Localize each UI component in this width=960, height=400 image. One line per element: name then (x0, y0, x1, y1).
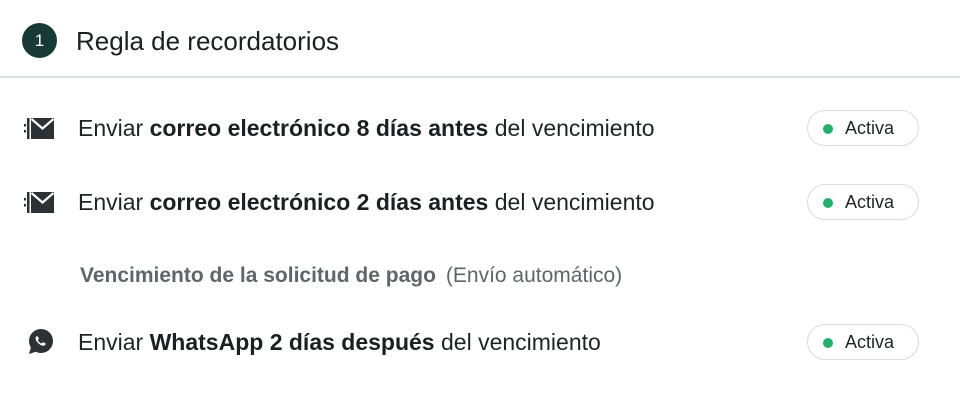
reminder-rule-row[interactable]: Enviar correo electrónico 2 días antes d… (0, 182, 960, 222)
rule-prefix: Enviar (78, 115, 150, 141)
rule-description: Enviar correo electrónico 8 días antes d… (78, 112, 655, 144)
status-badge[interactable]: Activa (807, 184, 919, 220)
send-mail-icon (24, 114, 56, 142)
rule-timing: WhatsApp 2 días después (149, 329, 435, 355)
status-dot (823, 338, 833, 348)
rule-prefix: Enviar (78, 329, 150, 355)
status-label: Activa (845, 332, 895, 352)
whatsapp-icon (24, 328, 56, 356)
rule-timing: correo electrónico 2 días antes (149, 189, 489, 215)
reminder-rule-row[interactable]: Enviar correo electrónico 8 días antes d… (0, 108, 960, 148)
rule-suffix: del vencimiento (434, 329, 601, 355)
status-label: Activa (845, 192, 895, 212)
rule-suffix: del vencimiento (488, 189, 655, 215)
status-badge[interactable]: Activa (807, 324, 919, 360)
reminder-rule-panel: 1 Regla de recordatorios Enviar correo e… (0, 0, 960, 400)
status-dot (823, 124, 833, 134)
send-mail-icon (24, 188, 56, 216)
status-label: Activa (845, 118, 895, 138)
reminder-rule-row[interactable]: Enviar WhatsApp 2 días después del venci… (0, 322, 960, 362)
rule-prefix: Enviar (78, 189, 150, 215)
status-badge[interactable]: Activa (807, 110, 919, 146)
panel-header: 1 Regla de recordatorios (0, 0, 960, 78)
rule-description: Enviar correo electrónico 2 días antes d… (78, 186, 655, 218)
auto-send-note: (Envío automático) (445, 264, 623, 287)
rule-description: Enviar WhatsApp 2 días después del venci… (78, 326, 601, 358)
due-date-label: Vencimiento de la solicitud de pago (80, 264, 436, 287)
status-dot (823, 198, 833, 208)
panel-title: Regla de recordatorios (76, 26, 340, 56)
due-date-marker: Vencimiento de la solicitud de pago (Enví… (80, 262, 622, 290)
rule-timing: correo electrónico 8 días antes (149, 115, 489, 141)
rule-suffix: del vencimiento (488, 115, 655, 141)
step-number-badge: 1 (22, 23, 57, 58)
